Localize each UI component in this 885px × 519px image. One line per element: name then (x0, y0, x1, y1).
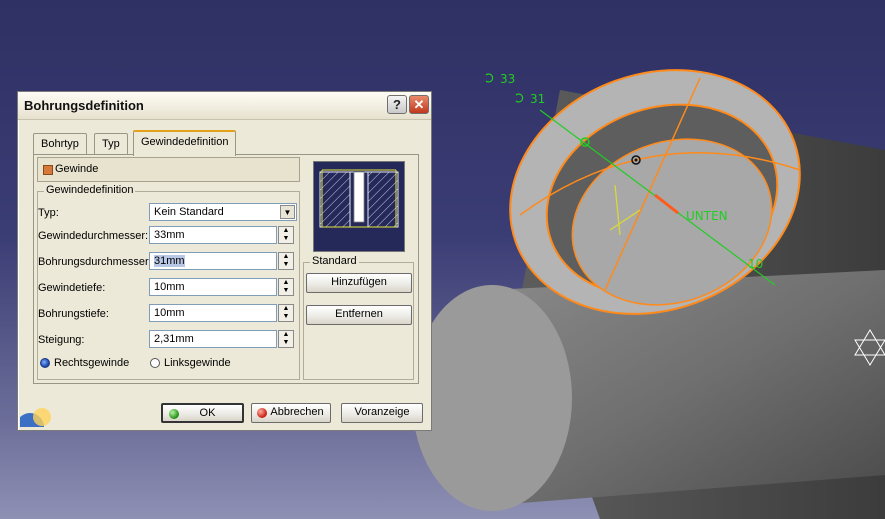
ok-button[interactable]: OK (161, 403, 244, 423)
dim-label-33: 33 (500, 72, 515, 86)
close-button[interactable]: ✕ (409, 95, 429, 114)
typ-value: Kein Standard (154, 206, 224, 218)
gewinde-checkbox[interactable] (43, 165, 53, 175)
rechtsgewinde-label: Rechtsgewinde (54, 357, 130, 369)
ok-button-label: OK (199, 407, 216, 419)
gewindetiefe-label: Gewindetiefe: (38, 282, 106, 294)
thread-diagram-icon (319, 169, 399, 228)
hole-definition-dialog: Bohrungsdefinition ? ✕ Bohrtyp Typ Gewin… (17, 91, 432, 431)
help-button[interactable]: ? (387, 95, 407, 114)
add-button[interactable]: Hinzufügen (306, 273, 412, 293)
steigung-spinner[interactable]: ▲ ▼ (278, 330, 294, 348)
spin-down-icon[interactable]: ▼ (279, 235, 293, 243)
depth-label: 10 (748, 257, 763, 271)
standard-group-label: Standard (310, 255, 359, 267)
dim-label-31: 31 (530, 92, 545, 106)
linksgewinde-label: Linksgewinde (164, 357, 231, 369)
bohrungsdurchmesser-spinner[interactable]: ▲ ▼ (278, 252, 294, 270)
thread-definition-group-label: Gewindedefinition (44, 184, 136, 196)
dialog-title: Bohrungsdefinition (24, 98, 144, 113)
steigung-label: Steigung: (38, 334, 85, 346)
typ-dropdown[interactable]: Kein Standard ▼ (149, 203, 297, 221)
spin-up-icon[interactable]: ▲ (279, 279, 293, 287)
tab-bohrtyp[interactable]: Bohrtyp (33, 133, 87, 155)
spin-up-icon[interactable]: ▲ (279, 331, 293, 339)
steigung-input[interactable]: 2,31mm (149, 330, 277, 348)
typ-label: Typ: (38, 207, 59, 219)
gewindedurchmesser-spinner[interactable]: ▲ ▼ (278, 226, 294, 244)
gewindedurchmesser-input[interactable]: 33mm (149, 226, 277, 244)
cancel-button-label: Abbrechen (270, 406, 324, 418)
linksgewinde-radio[interactable] (150, 358, 160, 368)
spin-down-icon[interactable]: ▼ (279, 287, 293, 295)
steigung-value: 2,31mm (154, 333, 194, 345)
remove-button[interactable]: Entfernen (306, 305, 412, 325)
gewindedurchmesser-value: 33mm (154, 229, 185, 241)
gewindetiefe-value: 10mm (154, 281, 185, 293)
bohrungstiefe-spinner[interactable]: ▲ ▼ (278, 304, 294, 322)
tab-gewindedefinition[interactable]: Gewindedefinition (133, 130, 237, 156)
rechtsgewinde-radio[interactable] (40, 358, 50, 368)
gewindetiefe-spinner[interactable]: ▲ ▼ (278, 278, 294, 296)
spin-up-icon[interactable]: ▲ (279, 305, 293, 313)
spin-down-icon[interactable]: ▼ (279, 313, 293, 321)
bohrungstiefe-label: Bohrungstiefe: (38, 308, 109, 320)
gewinde-checkbox-row[interactable]: Gewinde (37, 157, 300, 182)
bohrungsdurchmesser-label: Bohrungsdurchmesser: (38, 256, 152, 268)
chevron-down-icon[interactable]: ▼ (280, 205, 295, 219)
close-icon: ✕ (413, 97, 425, 112)
gewinde-label: Gewinde (55, 163, 99, 175)
gewindedurchmesser-label: Gewindedurchmesser: (38, 230, 149, 242)
cancel-icon (257, 408, 267, 418)
preview-button[interactable]: Voranzeige (341, 403, 423, 423)
app-logo-icon (20, 408, 51, 427)
bohrungstiefe-value: 10mm (154, 307, 185, 319)
spin-up-icon[interactable]: ▲ (279, 227, 293, 235)
tab-typ[interactable]: Typ (94, 133, 128, 155)
thread-preview-image (313, 161, 405, 252)
direction-label: UNTEN (686, 209, 728, 223)
bohrungsdurchmesser-value: 31mm (154, 255, 185, 267)
cancel-button[interactable]: Abbrechen (251, 403, 331, 423)
spin-down-icon[interactable]: ▼ (279, 261, 293, 269)
bohrungstiefe-input[interactable]: 10mm (149, 304, 277, 322)
ok-icon (169, 409, 179, 419)
spin-up-icon[interactable]: ▲ (279, 253, 293, 261)
title-bar[interactable]: Bohrungsdefinition ? ✕ (18, 92, 431, 120)
bohrungsdurchmesser-input[interactable]: 31mm (149, 252, 277, 270)
gewindetiefe-input[interactable]: 10mm (149, 278, 277, 296)
spin-down-icon[interactable]: ▼ (279, 339, 293, 347)
